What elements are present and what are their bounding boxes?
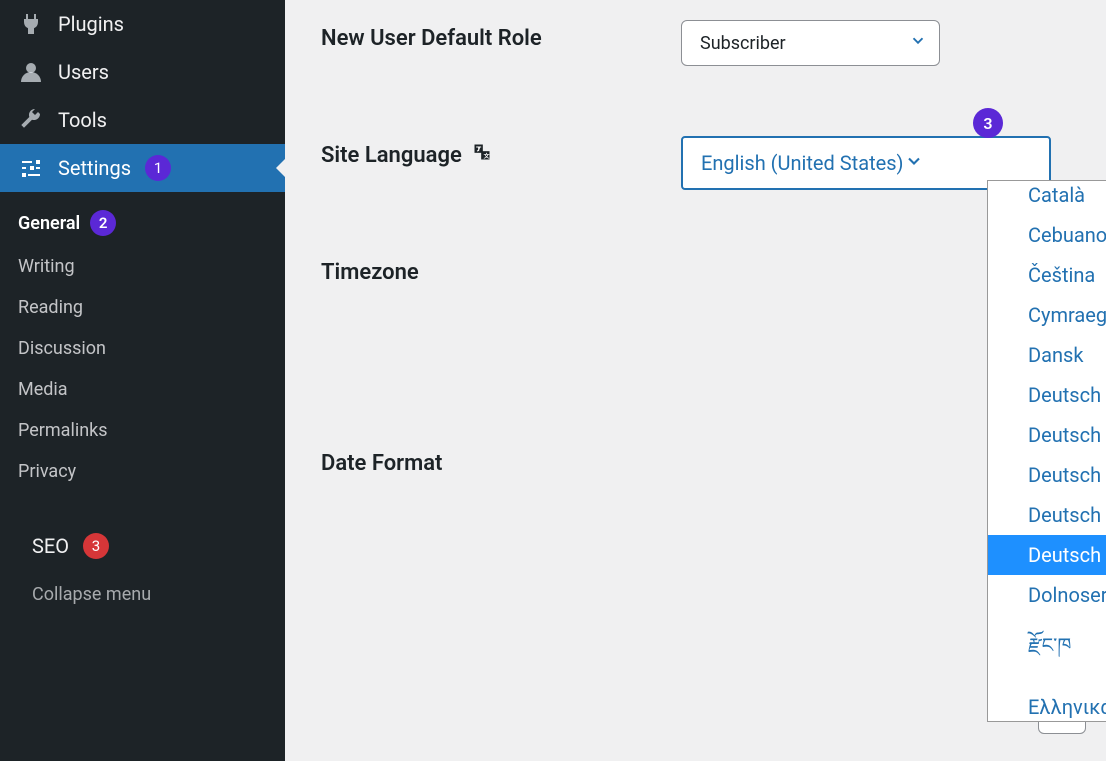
submenu-item-privacy[interactable]: Privacy: [0, 451, 285, 492]
step-badge-3: 3: [973, 108, 1003, 138]
sidebar-item-label: Tools: [58, 108, 107, 132]
select-value: Subscriber: [700, 33, 786, 54]
submenu-label: General: [18, 213, 80, 234]
sidebar-item-label: Settings: [58, 156, 131, 180]
admin-sidebar: Plugins Users Tools Settings 1: [0, 0, 285, 761]
svg-text:文: 文: [483, 152, 489, 160]
translate-icon: 文: [472, 142, 492, 168]
select-new-user-role[interactable]: Subscriber: [681, 20, 940, 66]
settings-general-pane: New User Default Role Subscriber Site La…: [285, 0, 1106, 761]
language-dropdown: CatalàCebuanoČeštinaCymraegDanskDeutsch …: [987, 180, 1106, 722]
submenu-label: Media: [18, 379, 68, 400]
language-option[interactable]: Deutsch (Sie): [988, 415, 1106, 455]
seo-count-badge: 3: [83, 533, 109, 559]
sidebar-item-tools[interactable]: Tools: [0, 96, 285, 144]
sidebar-item-plugins[interactable]: Plugins: [0, 0, 285, 48]
language-option-list[interactable]: CatalàCebuanoČeštinaCymraegDanskDeutsch …: [988, 181, 1106, 721]
submenu-item-general[interactable]: General 2: [0, 200, 285, 246]
sidebar-item-label: Plugins: [58, 12, 124, 36]
step-badge-2: 2: [90, 210, 116, 236]
label-new-user-role: New User Default Role: [321, 20, 681, 51]
language-option[interactable]: Deutsch: [988, 455, 1106, 495]
label-site-language: Site Language 文: [321, 136, 681, 168]
submenu-item-discussion[interactable]: Discussion: [0, 328, 285, 369]
submenu-label: Reading: [18, 297, 83, 318]
sidebar-item-settings[interactable]: Settings 1: [0, 144, 285, 192]
plug-icon: [18, 11, 44, 37]
language-option[interactable]: Dansk: [988, 335, 1106, 375]
language-option[interactable]: Cymraeg: [988, 295, 1106, 335]
row-date-format: Date Format: [321, 445, 1070, 476]
row-timezone: Timezone: [321, 254, 1070, 285]
submenu-label: Discussion: [18, 338, 106, 359]
language-option[interactable]: Deutsch (Schweiz, Du): [988, 375, 1106, 415]
label-timezone: Timezone: [321, 254, 681, 285]
submenu-label: Writing: [18, 256, 75, 277]
chevron-down-icon: [904, 151, 924, 176]
language-option[interactable]: Deutsch (Österreich): [988, 535, 1106, 575]
row-site-language: Site Language 文 English (United States): [321, 136, 1070, 190]
sidebar-item-seo[interactable]: SEO 3: [0, 522, 285, 570]
chevron-down-icon: [909, 32, 927, 55]
language-option[interactable]: Deutsch (Schweiz): [988, 495, 1106, 535]
step-badge-1: 1: [145, 155, 171, 181]
language-option[interactable]: རྫོང་ཁ: [988, 615, 1106, 687]
submenu-label: Privacy: [18, 461, 76, 482]
language-option[interactable]: Čeština: [988, 255, 1106, 295]
collapse-label: Collapse menu: [32, 584, 151, 605]
sliders-icon: [18, 155, 44, 181]
submenu-item-writing[interactable]: Writing: [0, 246, 285, 287]
row-new-user-role: New User Default Role Subscriber: [321, 20, 1070, 66]
label-date-format: Date Format: [321, 445, 681, 476]
user-icon: [18, 59, 44, 85]
submenu-item-reading[interactable]: Reading: [0, 287, 285, 328]
wrench-icon: [18, 107, 44, 133]
collapse-menu[interactable]: Collapse menu: [0, 570, 285, 618]
submenu-label: Permalinks: [18, 420, 108, 441]
submenu-item-permalinks[interactable]: Permalinks: [0, 410, 285, 451]
language-option[interactable]: Cebuano: [988, 215, 1106, 255]
language-option[interactable]: Dolnoserbšćina: [988, 575, 1106, 615]
sidebar-item-users[interactable]: Users: [0, 48, 285, 96]
select-value: English (United States): [701, 151, 904, 175]
language-option[interactable]: Català: [988, 181, 1106, 215]
sidebar-item-label: SEO: [32, 534, 69, 558]
submenu-item-media[interactable]: Media: [0, 369, 285, 410]
language-option[interactable]: Ελληνικά: [988, 687, 1106, 721]
sidebar-item-label: Users: [58, 60, 109, 84]
